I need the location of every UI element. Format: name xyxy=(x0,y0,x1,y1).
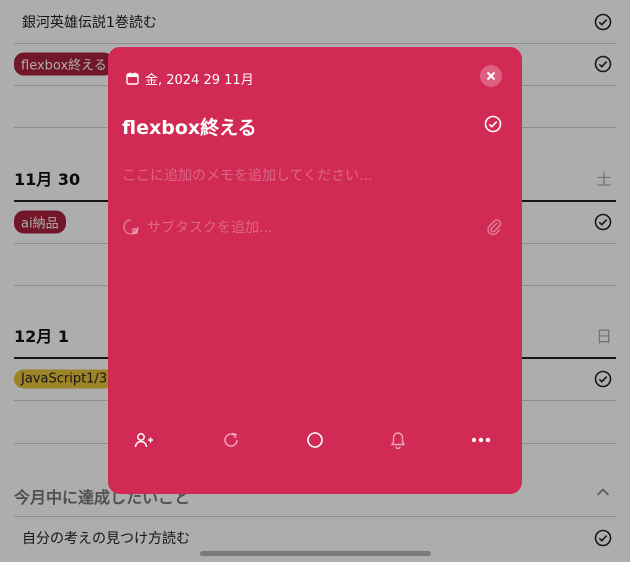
task-date-text: 金, 2024 29 11月 xyxy=(145,73,254,88)
modal-toolbar xyxy=(108,425,522,455)
more-button[interactable] xyxy=(470,429,492,451)
subtask-icon xyxy=(123,219,139,235)
add-person-icon xyxy=(134,433,153,448)
calendar-icon xyxy=(126,72,139,85)
repeat-button[interactable] xyxy=(220,429,242,451)
paperclip-icon[interactable] xyxy=(486,218,502,236)
close-icon xyxy=(486,71,496,81)
task-detail-modal: 金, 2024 29 11月 flexbox終える ここに追加のメモを追加してく… xyxy=(108,47,522,494)
home-indicator[interactable] xyxy=(200,551,431,556)
close-button[interactable] xyxy=(480,65,502,87)
check-circle-icon[interactable] xyxy=(484,115,502,133)
priority-button[interactable] xyxy=(304,429,326,451)
more-icon xyxy=(471,437,491,443)
assign-button[interactable] xyxy=(133,429,155,451)
memo-input[interactable]: ここに追加のメモを追加してください... xyxy=(122,165,373,185)
bell-icon xyxy=(390,432,406,449)
circle-icon xyxy=(307,432,323,448)
repeat-icon xyxy=(224,432,238,447)
subtask-input[interactable]: サブタスクを追加... xyxy=(147,217,272,237)
reminder-button[interactable] xyxy=(387,429,409,451)
task-title[interactable]: flexbox終える xyxy=(122,113,257,140)
task-date[interactable]: 金, 2024 29 11月 xyxy=(126,69,254,88)
